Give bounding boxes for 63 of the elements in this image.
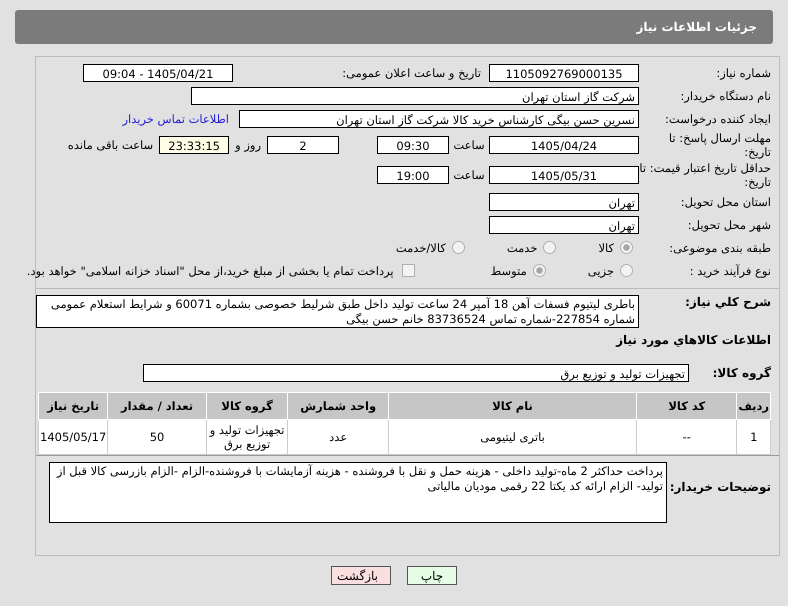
table-cell: تجهیزات تولید و توزیع برق xyxy=(206,420,288,454)
field-label: ایجاد کننده درخواست: xyxy=(664,112,772,126)
radio-label: کالا/خدمت xyxy=(396,240,446,254)
print-button[interactable]: چاپ xyxy=(407,566,457,585)
field-label: تاریخ و ساعت اعلان عمومی: xyxy=(341,66,481,80)
deadline-time-field: 09:30 xyxy=(377,136,449,154)
remaining-time-field: 23:33:15 xyxy=(159,136,230,154)
back-button[interactable]: بازگشت xyxy=(331,566,391,585)
table-cell: -- xyxy=(636,420,737,454)
field-label: نام دستگاه خریدار: xyxy=(679,88,772,102)
section-heading: اطلاعات کالاهاي مورد نياز xyxy=(616,332,772,346)
table-cell: 50 xyxy=(108,420,206,454)
table-cell: عدد xyxy=(288,420,388,454)
column-header: تعداد / مقدار xyxy=(108,392,206,420)
radio-button[interactable] xyxy=(543,241,556,254)
radio-button[interactable] xyxy=(452,241,465,254)
time-label: ساعت xyxy=(452,168,486,182)
goods-group-field: تجهیزات تولید و توزیع برق xyxy=(143,364,689,382)
remaining-label: ساعت باقی مانده xyxy=(68,138,154,152)
table-cell: باتری لیتیومی xyxy=(388,420,637,454)
field-label: نوع فرآیند خرید : xyxy=(688,264,772,278)
field-label: شرح کلي نياز: xyxy=(684,295,772,309)
table-cell: 1 xyxy=(736,420,770,454)
buyer-contact-link[interactable]: اطلاعات تماس خریدار xyxy=(122,112,229,126)
creator-field: نسرین حسن بیگی کارشناس خرید کالا شرکت گاز استان تهران xyxy=(239,110,639,128)
column-header: کد کالا xyxy=(636,392,737,420)
column-header: گروه کالا xyxy=(206,392,288,420)
field-label: استان محل تحویل: xyxy=(680,194,772,208)
radio-label: کالا xyxy=(598,240,614,254)
radio-label: خدمت xyxy=(506,240,538,254)
validity-date-field: 1405/05/31 xyxy=(489,166,639,184)
deadline-date-field: 1405/04/24 xyxy=(489,136,639,154)
radio-button[interactable] xyxy=(620,264,633,277)
field-label: مهلت ارسال پاسخ: تا تاریخ: xyxy=(668,131,772,159)
field-label: طبقه بندی موضوعی: xyxy=(668,240,772,254)
field-label: توضیحات خریدار: xyxy=(669,479,772,494)
column-header: تاریخ نیاز xyxy=(38,392,108,420)
field-label: شماره نیاز: xyxy=(715,66,772,80)
table-cell: 1405/05/17 xyxy=(38,420,108,454)
checkbox-label: پرداخت تمام یا بخشی از مبلغ خرید،از محل "اسناد خزانه اسلامی" خواهد بود. xyxy=(26,264,394,278)
column-header: ردیف xyxy=(736,392,770,420)
page-title: جزئیات اطلاعات نیاز xyxy=(636,20,757,34)
description-textarea[interactable]: باطری لیتیوم فسفات آهن 18 آمپر 24 ساعت تولید داخل طبق شرلیط خصوصی بشماره 60071 و شرایط استعلام عمومی شماره 227854-شماره تماس 83736524 خانم حسن بیگی xyxy=(36,295,639,328)
announce-date-field: 1405/04/21 - 09:04 xyxy=(83,64,233,82)
column-header: نام کالا xyxy=(388,392,637,420)
field-label: شهر محل تحویل: xyxy=(686,218,772,232)
validity-time-field: 19:00 xyxy=(377,166,449,184)
column-header: واحد شمارش xyxy=(288,392,388,420)
radio-button[interactable] xyxy=(532,264,546,277)
radio-label: متوسط xyxy=(490,264,527,278)
field-label: گروه کالا: xyxy=(712,366,772,380)
radio-button[interactable] xyxy=(620,241,633,254)
buyer-notes-textarea[interactable]: پرداخت حداکثر 2 ماه-تولید داخلی - هزینه حمل و نقل با فروشنده - هزینه آزمایشات با فروشنده-الزام -الزام بازرسی کالا قبل از تولید- الزام ارائه کد یکتا 22 رقمی مودیان مالیاتی xyxy=(49,462,667,523)
days-label: روز و xyxy=(235,138,261,152)
city-field: تهران xyxy=(489,216,639,234)
province-field: تهران xyxy=(489,192,639,210)
radio-label: جزیی xyxy=(588,264,614,278)
checkbox[interactable] xyxy=(402,264,415,277)
days-field: 2 xyxy=(267,136,339,154)
time-label: ساعت xyxy=(452,138,486,152)
buyer-org-field: شرکت گاز استان تهران xyxy=(191,86,639,104)
need-number-field: 1105092769000135 xyxy=(489,64,639,82)
field-label: حداقل تاریخ اعتبار قیمت: تا تاریخ: xyxy=(639,161,772,189)
